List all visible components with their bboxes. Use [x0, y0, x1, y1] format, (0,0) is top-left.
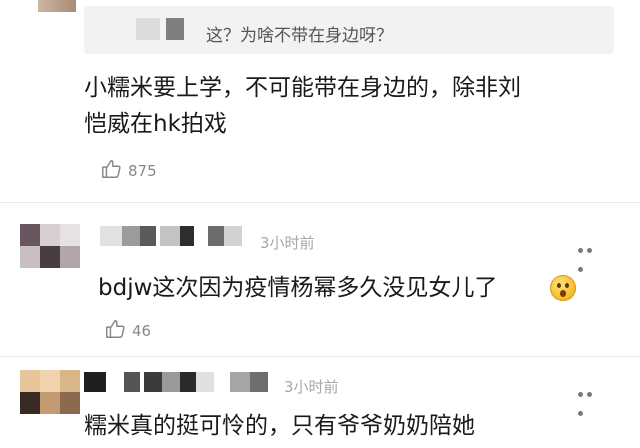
like-icon[interactable]: [104, 318, 126, 340]
quoted-reply-text: 这？为啥不带在身边呀？: [206, 26, 393, 46]
comment-text: 糯米真的挺可怜的，只有爷爷奶奶陪她: [84, 413, 475, 439]
like-count: 875: [128, 162, 157, 180]
avatar[interactable]: [20, 224, 80, 268]
avatar[interactable]: [20, 370, 80, 414]
quote-author-blur: [136, 18, 160, 40]
comment-time: 3小时前: [284, 378, 339, 396]
astonished-face-emoji: [550, 275, 576, 301]
comment-text: 恺威在hk拍戏: [84, 111, 227, 137]
comment-text: bdjw这次因为疫情杨幂多久没见女儿了: [98, 275, 498, 301]
avatar-top-partial[interactable]: [38, 0, 76, 12]
comment-time: 3小时前: [260, 234, 315, 252]
comment-text: 小糯米要上学，不可能带在身边的，除非刘: [84, 75, 521, 101]
username-blur[interactable]: [100, 226, 250, 246]
like-icon[interactable]: [100, 158, 122, 180]
more-options-icon[interactable]: [578, 382, 604, 416]
username-blur[interactable]: [84, 372, 274, 392]
like-count: 46: [132, 322, 152, 340]
more-options-icon[interactable]: [578, 238, 604, 272]
divider: [0, 356, 640, 357]
quote-author-blur: [166, 18, 184, 40]
divider: [0, 202, 640, 203]
